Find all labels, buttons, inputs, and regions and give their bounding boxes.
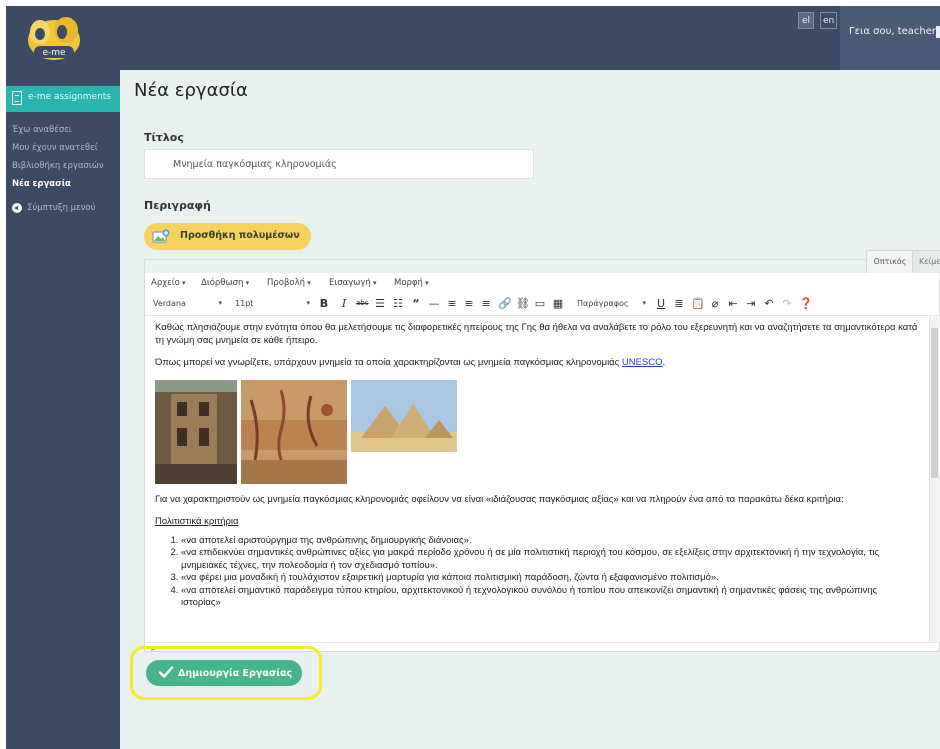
image-rock-art[interactable] xyxy=(241,379,347,484)
align-left-icon[interactable]: ≡ xyxy=(446,297,458,310)
block-format-value: Παράγραφος xyxy=(577,299,629,308)
app-window: e-me el en Γεια σου, teacheriop e-me ass… xyxy=(6,6,940,749)
create-assignment-button[interactable]: Δημιουργία Εργασίας xyxy=(146,660,302,686)
horizontal-rule-icon[interactable]: — xyxy=(428,297,440,310)
rich-text-editor: Οπτικός Κείμενο Αρχείο Διόρθωση Προβολή … xyxy=(144,250,940,652)
help-icon[interactable]: ❓ xyxy=(799,297,813,310)
editor-toolbar: Verdana ▾ 11pt ▾ B I abc ☰ ☷ “ — ≡ ≡ ≡ 🔗… xyxy=(145,293,939,316)
editor-paragraph-unesco: Όπως μπορεί να γνωρίζετε, υπάρχουν μνημε… xyxy=(155,357,666,368)
sidebar-app-label: e-me assignments xyxy=(28,92,111,102)
sidebar-item-assigned-by-me[interactable]: Έχω αναθέσει xyxy=(12,125,72,135)
image-lalibela-church[interactable] xyxy=(155,379,237,484)
underline-icon[interactable]: U xyxy=(655,297,667,310)
check-icon xyxy=(158,666,174,678)
editor-scrollbar[interactable] xyxy=(929,316,940,642)
user-menu[interactable] xyxy=(840,6,940,70)
editor-paragraph-intro: Καθώς πλησιάζουμε στην ενότητα όπου θα μ… xyxy=(155,322,918,346)
menu-view[interactable]: Προβολή xyxy=(267,278,311,288)
title-label: Τίτλος xyxy=(144,131,184,144)
bold-icon[interactable]: B xyxy=(318,297,330,310)
bullet-list-icon[interactable]: ☰ xyxy=(374,297,386,310)
logo-text: e-me xyxy=(42,48,66,58)
font-family-value: Verdana xyxy=(153,299,186,308)
image-giza-pyramids[interactable] xyxy=(351,379,457,452)
editor-paragraph-unesco-text: Όπως μπορεί να γνωρίζετε, υπάρχουν μνημε… xyxy=(155,357,620,368)
font-size-value: 11pt xyxy=(235,299,254,308)
align-right-icon[interactable]: ≡ xyxy=(480,297,492,310)
unlink-icon[interactable]: ⛓ xyxy=(516,297,530,310)
italic-icon[interactable]: I xyxy=(338,297,350,310)
editor-scroll-thumb[interactable] xyxy=(931,328,938,478)
justify-icon[interactable]: ≣ xyxy=(673,297,685,310)
create-assignment-label: Δημιουργία Εργασίας xyxy=(178,668,293,679)
undo-icon[interactable]: ↶ xyxy=(763,297,775,310)
title-input[interactable]: Μνημεία παγκόσμιας κληρονομιάς xyxy=(144,149,534,179)
tab-text[interactable]: Κείμενο xyxy=(912,250,940,274)
editor-content[interactable]: Καθώς πλησιάζουμε στην ενότητα όπου θα μ… xyxy=(145,316,929,642)
page-title: Νέα εργασία xyxy=(134,80,248,101)
outdent-icon[interactable]: ⇤ xyxy=(727,297,739,310)
redo-icon[interactable]: ↷ xyxy=(781,297,793,310)
criteria-item: «να επιδεικνύει σημαντικές ανθρώπινες αξ… xyxy=(181,547,919,572)
align-center-icon[interactable]: ≡ xyxy=(463,297,475,310)
chevron-left-circle-icon[interactable] xyxy=(12,203,22,213)
caret-down-icon: ▾ xyxy=(642,299,646,307)
top-bar: e-me el en Γεια σου, teacheriop xyxy=(6,6,940,70)
language-en-button[interactable]: en xyxy=(820,12,838,29)
editor-menubar: Αρχείο Διόρθωση Προβολή Εισαγωγή Μορφή xyxy=(145,273,939,293)
numbered-list-icon[interactable]: ☷ xyxy=(392,297,404,310)
paste-text-icon[interactable]: 📋 xyxy=(691,297,705,310)
collapse-menu-link[interactable]: Σύμπτυξη μενού xyxy=(27,203,96,213)
menu-edit[interactable]: Διόρθωση xyxy=(201,278,249,288)
sidebar-app-header[interactable]: e-me assignments xyxy=(6,86,120,112)
link-icon[interactable]: 🔗 xyxy=(498,297,512,310)
editor-image-gallery xyxy=(155,379,919,484)
caret-down-icon: ▾ xyxy=(306,299,310,307)
sidebar-item-assigned-to-me[interactable]: Μου έχουν ανατεθεί xyxy=(12,143,98,153)
description-label: Περιγραφή xyxy=(144,199,211,212)
language-el-button[interactable]: el xyxy=(798,12,814,29)
e-me-logo[interactable]: e-me xyxy=(20,10,86,66)
user-greeting[interactable]: Γεια σου, teacheriop xyxy=(849,26,940,37)
criteria-item: «να αποτελεί σημαντικό παράδειγμα τύπου … xyxy=(181,585,919,610)
block-format-select[interactable]: Παράγραφος ▾ xyxy=(573,296,649,311)
menu-insert[interactable]: Εισαγωγή xyxy=(329,278,377,288)
menu-file[interactable]: Αρχείο xyxy=(151,278,186,288)
clear-formatting-icon[interactable]: ⌀ xyxy=(709,297,721,310)
clipboard-icon xyxy=(12,91,22,105)
editor-paragraph-criteria-intro: Για να χαρακτηριστούν ως μνημεία παγκόσμ… xyxy=(155,493,844,505)
font-family-select[interactable]: Verdana ▾ xyxy=(149,296,225,311)
tab-visual[interactable]: Οπτικός xyxy=(866,250,914,273)
indent-icon[interactable]: ⇥ xyxy=(745,297,757,310)
main-content: Νέα εργασία Τίτλος Μνημεία παγκόσμιας κλ… xyxy=(120,70,940,749)
criteria-list: «να αποτελεί αριστούργημα της ανθρώπινης… xyxy=(155,535,919,610)
user-menu-handle[interactable] xyxy=(936,26,940,38)
strikethrough-icon[interactable]: abc xyxy=(356,297,369,310)
criteria-item: «να φέρει μια μοναδική ή τουλάχιστον εξα… xyxy=(181,572,919,585)
caret-down-icon: ▾ xyxy=(218,299,222,307)
criteria-heading: Πολιτιστικά κριτήρια xyxy=(155,516,239,527)
sidebar: e-me assignments Έχω αναθέσει Μου έχουν … xyxy=(6,70,128,749)
sidebar-item-new-assignment[interactable]: Νέα εργασία xyxy=(12,179,71,189)
read-more-icon[interactable]: ▭ xyxy=(534,297,546,310)
sidebar-item-library[interactable]: Βιβλιοθήκη εργασιών xyxy=(12,161,104,171)
blockquote-icon[interactable]: “ xyxy=(410,297,422,310)
toolbar-toggle-icon[interactable]: ▦ xyxy=(552,297,564,310)
font-size-select[interactable]: 11pt ▾ xyxy=(231,296,313,311)
add-media-label: Προσθήκη πολυμέσων xyxy=(180,230,300,241)
unesco-link[interactable]: UNESCO xyxy=(622,357,663,368)
add-media-button[interactable]: Προσθήκη πολυμέσων xyxy=(144,223,311,250)
photo-plus-icon xyxy=(152,229,170,243)
menu-format[interactable]: Μορφή xyxy=(394,278,429,288)
criteria-item: «να αποτελεί αριστούργημα της ανθρώπινης… xyxy=(181,535,919,548)
